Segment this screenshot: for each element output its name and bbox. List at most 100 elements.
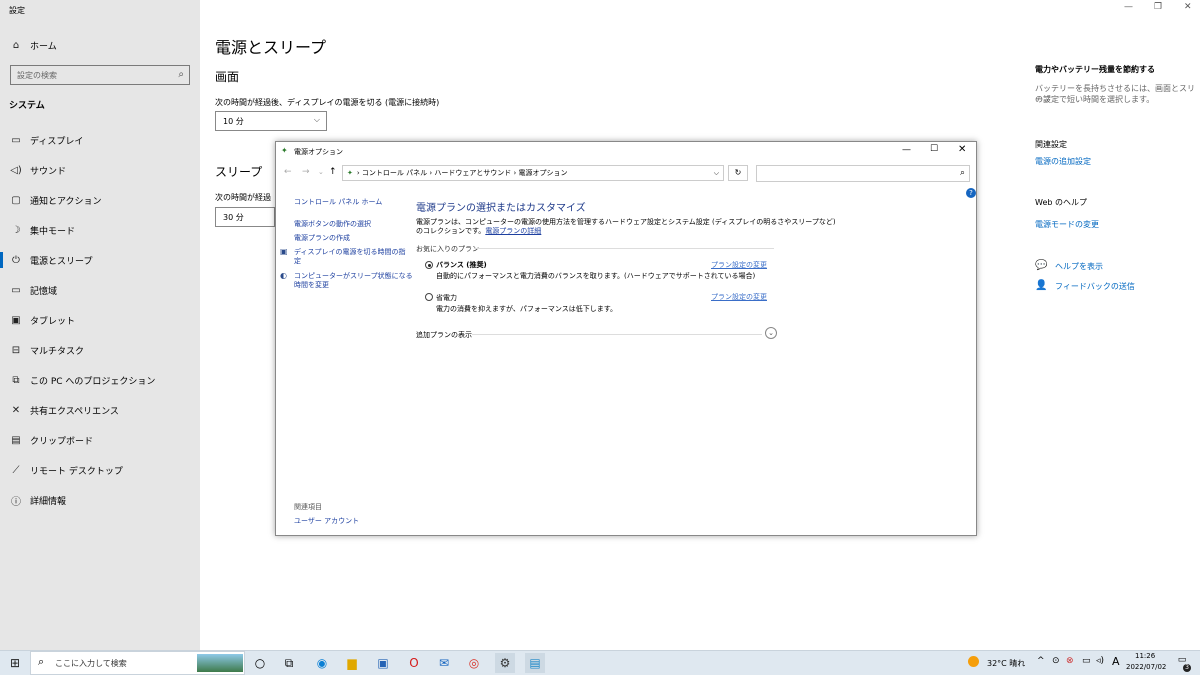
help-question-icon[interactable]: ? [966, 188, 976, 198]
edge-icon[interactable]: ◉ [312, 653, 332, 673]
clock-date[interactable]: 2022/07/02 [1126, 663, 1166, 671]
power-button-link[interactable]: 電源ボタンの動作の選択 [294, 219, 371, 229]
breadcrumb-item-hardware-sound[interactable]: ハードウェアとサウンド [434, 168, 511, 178]
sidebar-item[interactable]: ▤ クリップボード [9, 432, 93, 448]
cp-home-link[interactable]: コントロール パネル ホーム [294, 197, 382, 207]
sleep-timeout-value: 30 分 [223, 213, 244, 222]
dialog-close-icon[interactable]: ✕ [958, 144, 966, 155]
dialog-desc-text: のコレクションです。 [416, 227, 486, 235]
address-dropdown-icon[interactable]: ⌵ [714, 169, 719, 178]
plan-details-link[interactable]: 電源プランの詳細 [485, 227, 541, 235]
sidebar-item[interactable]: ⧉ この PC へのプロジェクション [9, 372, 155, 388]
power-mode-link[interactable]: 電源モードの変更 [1035, 219, 1099, 230]
sidebar-item[interactable]: ◁) サウンド [9, 162, 66, 178]
balanced-radio[interactable] [425, 261, 433, 269]
clock-time[interactable]: 11:26 [1135, 652, 1155, 660]
opera-icon[interactable]: O [404, 653, 424, 673]
screen-timeout-value: 10 分 [223, 117, 244, 126]
dialog-search-icon: ⌕ [959, 168, 965, 178]
power-saver-radio[interactable] [425, 293, 433, 301]
mail-icon[interactable]: ✉ [434, 653, 454, 673]
display-off-link-2[interactable]: 定 [294, 256, 301, 266]
sidebar-item-label: 共有エクスペリエンス [30, 406, 119, 417]
show-more-plans-label[interactable]: 追加プランの表示 [416, 330, 472, 340]
task-view-icon[interactable]: ⧉ [279, 653, 299, 673]
dialog-search-input[interactable]: ⌕ [756, 165, 970, 182]
sleep-timeout-select[interactable]: 30 分 [215, 207, 275, 227]
feedback-icon: 👤 [1035, 280, 1048, 291]
sidebar-item[interactable]: ▣ タブレット [9, 312, 75, 328]
divider [472, 334, 762, 335]
sidebar-item[interactable]: ▢ 通知とアクション [9, 192, 101, 208]
balanced-settings-link[interactable]: プラン設定の変更 [711, 260, 767, 270]
file-explorer-icon[interactable]: ▆ [342, 653, 362, 673]
cortana-icon[interactable]: ○ [250, 653, 270, 673]
volume-icon[interactable]: ◃) [1096, 656, 1104, 666]
feedback-link[interactable]: フィードバックの送信 [1055, 281, 1135, 292]
ime-indicator[interactable]: A [1112, 655, 1120, 668]
settings-search-input[interactable]: 設定の検索 ⌕ [10, 65, 190, 85]
get-help-link[interactable]: ヘルプを表示 [1055, 261, 1103, 272]
breadcrumb-item-power-options[interactable]: 電源オプション [519, 168, 568, 178]
notification-icon: ▢ [11, 194, 21, 206]
sidebar-item[interactable]: ⓘ 詳細情報 [9, 492, 66, 508]
expand-chevron-icon[interactable]: ⌄ [765, 327, 777, 339]
sidebar-item[interactable]: ⟋ リモート デスクトップ [9, 462, 123, 478]
sidebar-item[interactable]: ⏻ 電源とスリープ [9, 252, 92, 268]
dialog-title: 電源オプション [294, 148, 343, 156]
store-icon[interactable]: ▣ [373, 653, 393, 673]
display-off-link[interactable]: ディスプレイの電源を切る時間の指 [294, 247, 406, 257]
chrome-icon[interactable]: ◎ [464, 653, 484, 673]
taskbar-search-box[interactable]: ⌕ ここに入力して検索 [30, 651, 245, 675]
dialog-desc-2: のコレクションです。電源プランの詳細 [416, 226, 541, 236]
sleep-heading: スリープ [215, 165, 263, 179]
user-account-link[interactable]: ユーザー アカウント [294, 516, 359, 526]
sidebar-item-label: タブレット [30, 316, 76, 327]
sidebar-item[interactable]: ▭ ディスプレイ [9, 132, 83, 148]
dialog-minimize-icon[interactable]: — [902, 145, 911, 155]
help-icon: 💬 [1035, 260, 1048, 271]
settings-sidebar: 設定 ⌂ ホーム 設定の検索 ⌕ システム ▭ ディスプレイ ◁) サウンド ▢ 通知とア… [0, 0, 200, 650]
forward-arrow-icon[interactable]: → [302, 167, 310, 177]
back-arrow-icon[interactable]: ← [284, 167, 292, 177]
restore-icon[interactable]: ❐ [1154, 2, 1162, 12]
storage-icon: ▭ [11, 284, 21, 296]
search-icon: ⌕ [178, 69, 184, 80]
tray-camera-icon[interactable]: ⊙ [1052, 656, 1060, 666]
minimize-icon[interactable]: — [1124, 2, 1133, 12]
sleep-time-link-2[interactable]: 時間を変更 [294, 280, 329, 290]
settings-gear-icon[interactable]: ⚙ [495, 653, 515, 673]
sidebar-item-label: サウンド [30, 166, 67, 177]
refresh-icon[interactable]: ↻ [728, 165, 748, 181]
tray-chevron-icon[interactable]: ^ [1037, 656, 1045, 666]
create-plan-link[interactable]: 電源プランの作成 [294, 233, 350, 243]
divider [474, 248, 774, 249]
address-bar[interactable]: ✦ › コントロール パネル › ハードウェアとサウンド › 電源オプション ⌵ [342, 165, 724, 181]
tray-security-icon[interactable]: ⊗ [1066, 656, 1074, 666]
control-panel-taskbar-icon[interactable]: ▤ [525, 653, 545, 673]
close-icon[interactable]: ✕ [1184, 2, 1192, 12]
sidebar-item-label: 詳細情報 [30, 496, 67, 507]
battery-tip-title: 電力やバッテリー残量を節約する [1035, 65, 1155, 74]
up-arrow-icon[interactable]: ↑ [329, 167, 337, 177]
sidebar-item-label: 電源とスリープ [30, 256, 93, 267]
network-icon[interactable]: ▭ [1082, 656, 1091, 666]
dialog-maximize-icon[interactable]: ☐ [930, 144, 938, 154]
sidebar-item[interactable]: ▭ 記憶域 [9, 282, 57, 298]
sidebar-item[interactable]: ☽ 集中モード [9, 222, 76, 238]
windows-start-icon[interactable]: ⊞ [5, 653, 25, 673]
sun-weather-icon[interactable] [968, 656, 979, 667]
sidebar-item[interactable]: ⊟ マルチタスク [9, 342, 84, 358]
recent-chevron-icon[interactable]: ⌄ [318, 168, 324, 176]
additional-power-settings-link[interactable]: 電源の追加設定 [1035, 156, 1091, 167]
weather-text[interactable]: 32°C 晴れ [987, 658, 1025, 669]
web-help-title: Web のヘルプ [1035, 198, 1087, 207]
breadcrumb-item-control-panel[interactable]: コントロール パネル [362, 168, 427, 178]
screen-timeout-select[interactable]: 10 分 ⌵ [215, 111, 327, 131]
power-saver-settings-link[interactable]: プラン設定の変更 [711, 292, 767, 302]
display-icon: ▣ [280, 247, 288, 256]
multitask-icon: ⊟ [11, 344, 21, 356]
sidebar-item[interactable]: ✕ 共有エクスペリエンス [9, 402, 119, 418]
nav-home[interactable]: ⌂ ホーム [9, 37, 57, 53]
projection-icon: ⧉ [12, 374, 20, 386]
